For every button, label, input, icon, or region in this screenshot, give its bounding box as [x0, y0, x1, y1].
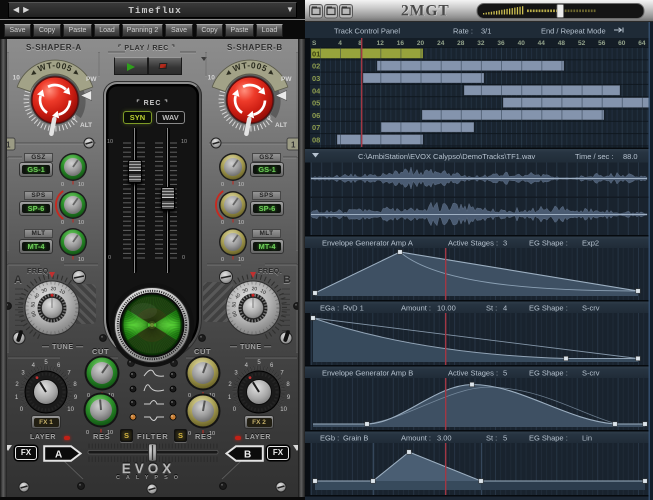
- svg-text:EG Shape :: EG Shape :: [529, 369, 568, 378]
- svg-text:Time / sec :: Time / sec :: [575, 152, 613, 161]
- svg-text:S-crv: S-crv: [582, 304, 600, 313]
- svg-text:4: 4: [503, 304, 507, 313]
- svg-text:Track Control Panel: Track Control Panel: [334, 27, 400, 36]
- svg-text:24: 24: [437, 40, 445, 47]
- svg-text:10.00: 10.00: [437, 304, 456, 313]
- svg-text:St :: St :: [486, 434, 497, 443]
- svg-text:Active Stages :: Active Stages :: [448, 239, 498, 248]
- svg-text:36: 36: [497, 40, 505, 47]
- svg-text:5: 5: [503, 369, 507, 378]
- svg-text:Envelope Generator Amp A: Envelope Generator Amp A: [322, 239, 413, 248]
- svg-text:3: 3: [503, 239, 507, 248]
- svg-text:EG Shape :: EG Shape :: [529, 434, 568, 443]
- svg-text:5: 5: [503, 434, 507, 443]
- svg-text:End / Repeat Mode: End / Repeat Mode: [541, 27, 606, 36]
- svg-text:40: 40: [518, 40, 526, 47]
- svg-text:EGa :: EGa :: [320, 304, 339, 313]
- svg-text:32: 32: [477, 40, 485, 47]
- svg-text:88.0: 88.0: [623, 152, 638, 161]
- svg-text:3/1: 3/1: [481, 27, 491, 36]
- svg-text:20: 20: [417, 40, 425, 47]
- svg-text:C:\AmbiStation\EVOX Calypso\De: C:\AmbiStation\EVOX Calypso\DemoTracks\T…: [358, 152, 536, 161]
- svg-text:Rate :: Rate :: [453, 27, 473, 36]
- svg-text:A: A: [55, 450, 62, 461]
- svg-text:2MGT: 2MGT: [401, 3, 450, 20]
- svg-text:04: 04: [312, 86, 321, 95]
- svg-text:Active Stages :: Active Stages :: [448, 369, 498, 378]
- svg-text:64: 64: [638, 40, 646, 47]
- svg-text:28: 28: [457, 40, 465, 47]
- svg-text:4: 4: [338, 40, 342, 47]
- svg-text:56: 56: [598, 40, 606, 47]
- svg-text:05: 05: [312, 99, 320, 108]
- svg-text:Grain B: Grain B: [343, 434, 368, 443]
- svg-text:Amount :: Amount :: [401, 304, 431, 313]
- svg-text:07: 07: [312, 123, 320, 132]
- svg-text:08: 08: [312, 136, 320, 145]
- svg-text:02: 02: [312, 62, 320, 71]
- svg-text:EGb :: EGb :: [320, 434, 339, 443]
- svg-text:Envelope Generator Amp B: Envelope Generator Amp B: [322, 369, 413, 378]
- svg-text:St :: St :: [486, 304, 497, 313]
- svg-text:60: 60: [618, 40, 626, 47]
- svg-text:EG Shape :: EG Shape :: [529, 304, 568, 313]
- svg-text:Exp2: Exp2: [582, 239, 599, 248]
- svg-text:EG Shape :: EG Shape :: [529, 239, 568, 248]
- svg-text:52: 52: [578, 40, 586, 47]
- svg-text:03: 03: [312, 74, 320, 83]
- svg-text:Amount :: Amount :: [401, 434, 431, 443]
- svg-text:3.00: 3.00: [437, 434, 452, 443]
- svg-text:16: 16: [397, 40, 405, 47]
- svg-text:S-crv: S-crv: [582, 369, 600, 378]
- svg-text:12: 12: [377, 40, 385, 47]
- svg-text:RvD 1: RvD 1: [343, 304, 364, 313]
- svg-text:S: S: [312, 40, 317, 47]
- svg-text:06: 06: [312, 111, 320, 120]
- svg-text:Lin: Lin: [582, 434, 592, 443]
- svg-text:B: B: [244, 450, 251, 461]
- svg-text:01: 01: [312, 49, 320, 58]
- svg-text:48: 48: [558, 40, 566, 47]
- svg-text:44: 44: [538, 40, 546, 47]
